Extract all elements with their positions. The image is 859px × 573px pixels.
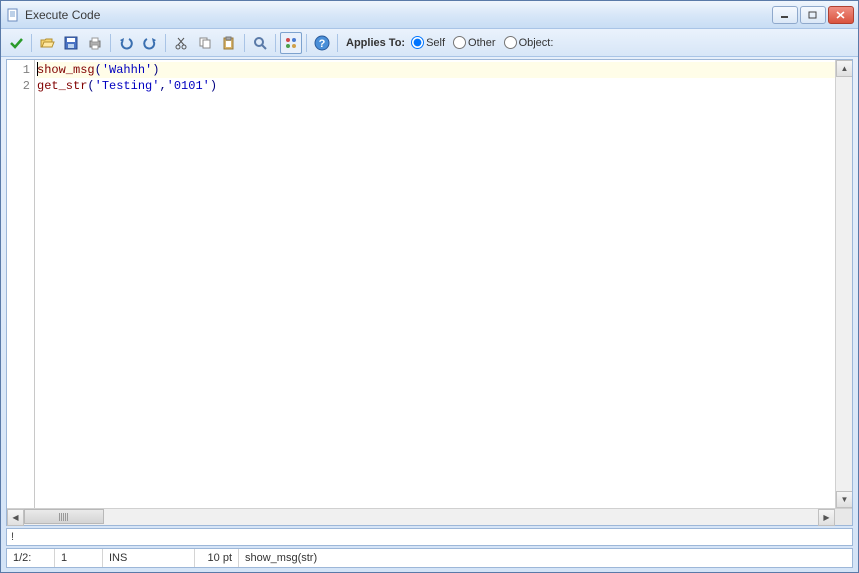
minimize-button[interactable]: [772, 6, 798, 24]
close-button[interactable]: [828, 6, 854, 24]
radio-object-label[interactable]: Object:: [519, 37, 554, 49]
help-button[interactable]: ?: [311, 32, 333, 54]
copy-button[interactable]: [194, 32, 216, 54]
radio-self[interactable]: [411, 36, 424, 49]
scroll-right-icon[interactable]: ▶: [818, 509, 835, 526]
window-controls: [772, 6, 854, 24]
line-number: 1: [7, 62, 30, 78]
radio-other[interactable]: [453, 36, 466, 49]
toolbar-separator: [244, 34, 245, 52]
print-button[interactable]: [84, 32, 106, 54]
status-bar: 1/2: 1 INS 10 pt show_msg(str): [6, 548, 853, 568]
applies-to-label: Applies To:: [346, 37, 405, 49]
radio-self-label[interactable]: Self: [426, 37, 445, 49]
scroll-track[interactable]: [24, 509, 818, 525]
code-check-button[interactable]: [280, 32, 302, 54]
code-line[interactable]: show_msg('Wahhh'): [37, 62, 835, 78]
status-font-size: 10 pt: [195, 549, 239, 567]
scroll-left-icon[interactable]: ◀: [7, 509, 24, 526]
status-column: 1: [55, 549, 103, 567]
message-text: !: [11, 531, 14, 543]
toolbar-separator: [110, 34, 111, 52]
confirm-button[interactable]: [5, 32, 27, 54]
paste-button[interactable]: [218, 32, 240, 54]
maximize-button[interactable]: [800, 6, 826, 24]
code-editor: 1 2 show_msg('Wahhh') get_str('Testing',…: [6, 59, 853, 526]
text-cursor: [37, 62, 38, 76]
line-number-gutter: 1 2: [7, 60, 35, 508]
scroll-up-icon[interactable]: ▲: [836, 60, 852, 77]
radio-other-label[interactable]: Other: [468, 37, 496, 49]
vertical-scrollbar[interactable]: ▲ ▼: [835, 60, 852, 508]
document-icon: [5, 7, 21, 23]
scroll-corner: [835, 509, 852, 525]
status-hint: show_msg(str): [239, 549, 852, 567]
toolbar-separator: [165, 34, 166, 52]
search-button[interactable]: [249, 32, 271, 54]
window: Execute Code: [0, 0, 859, 573]
horizontal-scrollbar[interactable]: ◀ ▶: [7, 508, 852, 525]
cut-button[interactable]: [170, 32, 192, 54]
code-line[interactable]: get_str('Testing','0101'): [37, 78, 835, 94]
status-insert-mode: INS: [103, 549, 195, 567]
toolbar-separator: [306, 34, 307, 52]
radio-object[interactable]: [504, 36, 517, 49]
window-title: Execute Code: [25, 8, 772, 22]
editor-body: 1 2 show_msg('Wahhh') get_str('Testing',…: [7, 60, 852, 508]
code-area[interactable]: show_msg('Wahhh') get_str('Testing','010…: [35, 60, 835, 508]
toolbar-separator: [275, 34, 276, 52]
undo-button[interactable]: [115, 32, 137, 54]
toolbar-separator: [337, 34, 338, 52]
toolbar-separator: [31, 34, 32, 52]
line-number: 2: [7, 78, 30, 94]
titlebar[interactable]: Execute Code: [1, 1, 858, 29]
redo-button[interactable]: [139, 32, 161, 54]
status-position: 1/2:: [7, 549, 55, 567]
scroll-down-icon[interactable]: ▼: [836, 491, 852, 508]
scroll-thumb[interactable]: [24, 509, 104, 524]
applies-to-radio-group: Self Other Object:: [411, 36, 559, 49]
toolbar: ? Applies To: Self Other Object:: [1, 29, 858, 57]
save-button[interactable]: [60, 32, 82, 54]
message-bar: !: [6, 528, 853, 546]
open-button[interactable]: [36, 32, 58, 54]
svg-text:?: ?: [319, 38, 326, 50]
